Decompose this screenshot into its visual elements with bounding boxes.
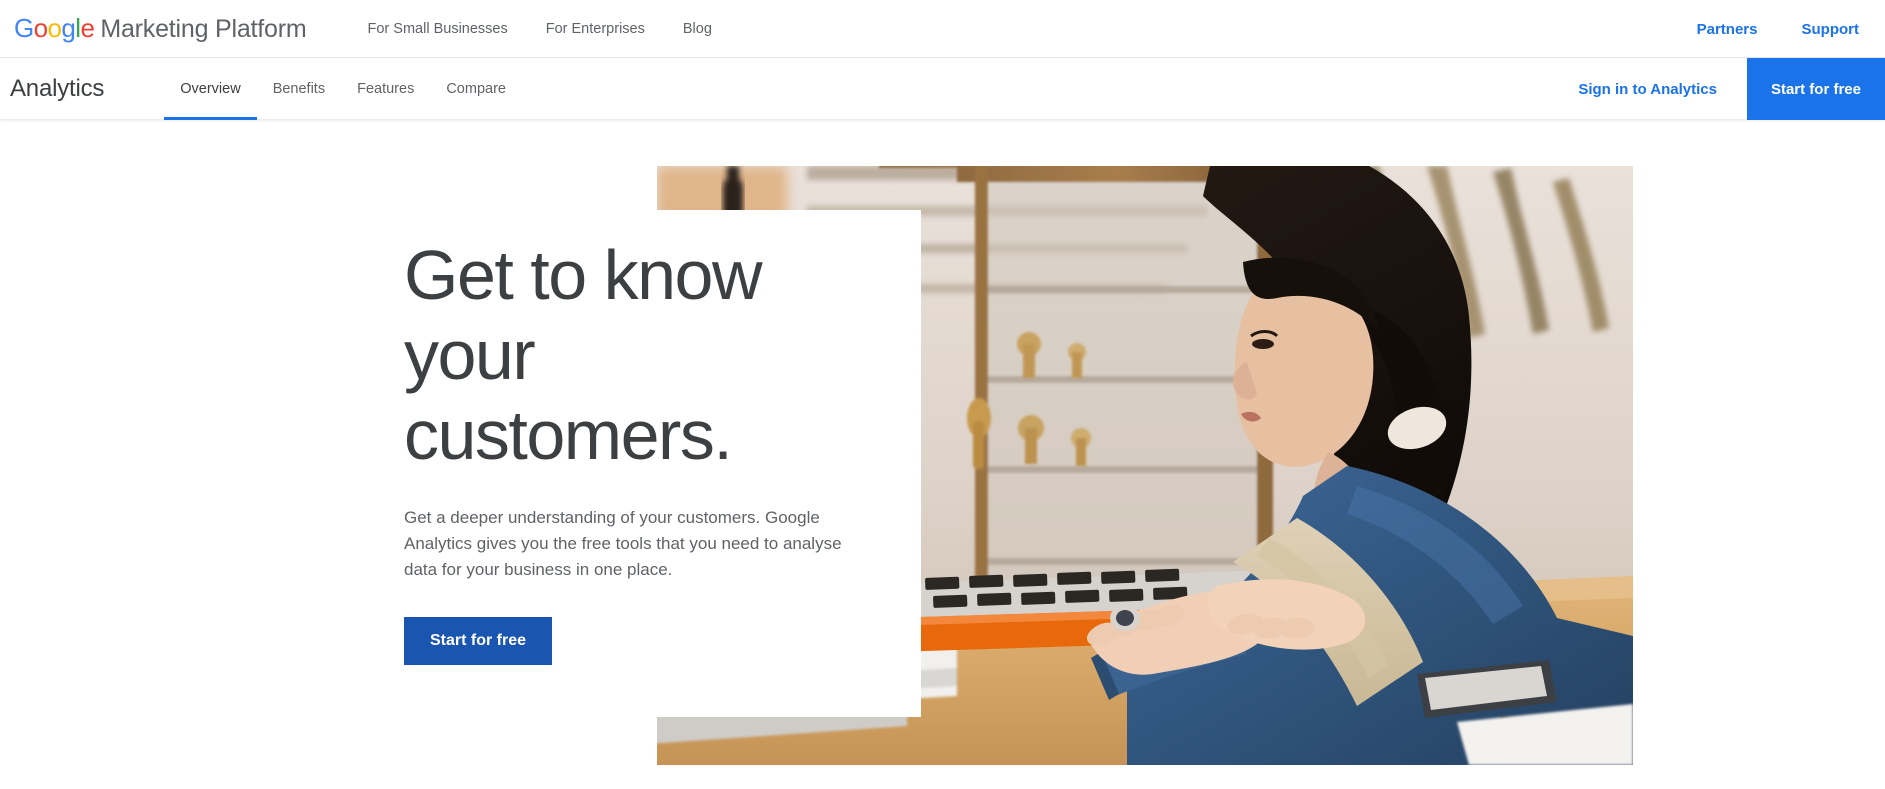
global-header: Google Marketing Platform For Small Busi… xyxy=(0,0,1885,58)
hero-section: Get to know your customers. Get a deeper… xyxy=(0,120,1885,789)
tab-benefits[interactable]: Benefits xyxy=(257,58,341,120)
global-nav-item-enterprises[interactable]: For Enterprises xyxy=(527,21,664,37)
hero-headline: Get to know your customers. xyxy=(404,236,763,474)
tab-features[interactable]: Features xyxy=(341,58,430,120)
hero-subtext: Get a deeper understanding of your custo… xyxy=(404,508,842,579)
logo-letter-g2: g xyxy=(61,13,76,43)
header-start-for-free-button[interactable]: Start for free xyxy=(1746,58,1885,120)
product-navbar-actions: Sign in to Analytics Start for free xyxy=(1578,58,1885,120)
logo-letter-e: e xyxy=(80,13,95,43)
tab-overview[interactable]: Overview xyxy=(164,58,258,120)
hero-start-for-free-button[interactable]: Start for free xyxy=(404,617,553,665)
logo-letter-o2: o xyxy=(47,13,62,43)
brand-suffix: Marketing Platform xyxy=(100,15,307,43)
global-nav-item-small-businesses[interactable]: For Small Businesses xyxy=(349,21,527,37)
partners-link[interactable]: Partners xyxy=(1697,21,1758,38)
product-tabs: Overview Benefits Features Compare xyxy=(164,58,522,120)
global-header-right-links: Partners Support xyxy=(1697,0,1859,58)
support-link[interactable]: Support xyxy=(1802,21,1860,38)
logo-letter-g1: G xyxy=(14,13,34,43)
hero-content: Get to know your customers. Get a deeper… xyxy=(404,235,874,665)
google-wordmark: Google xyxy=(14,13,95,44)
google-marketing-platform-logo[interactable]: Google Marketing Platform xyxy=(14,13,307,44)
product-title[interactable]: Analytics xyxy=(10,75,104,103)
tab-compare[interactable]: Compare xyxy=(430,58,522,120)
global-nav-item-blog[interactable]: Blog xyxy=(664,21,731,37)
global-nav: For Small Businesses For Enterprises Blo… xyxy=(349,21,731,37)
sign-in-to-analytics-link[interactable]: Sign in to Analytics xyxy=(1578,81,1717,98)
logo-letter-o1: o xyxy=(33,13,48,43)
product-navbar: Analytics Overview Benefits Features Com… xyxy=(0,58,1885,120)
